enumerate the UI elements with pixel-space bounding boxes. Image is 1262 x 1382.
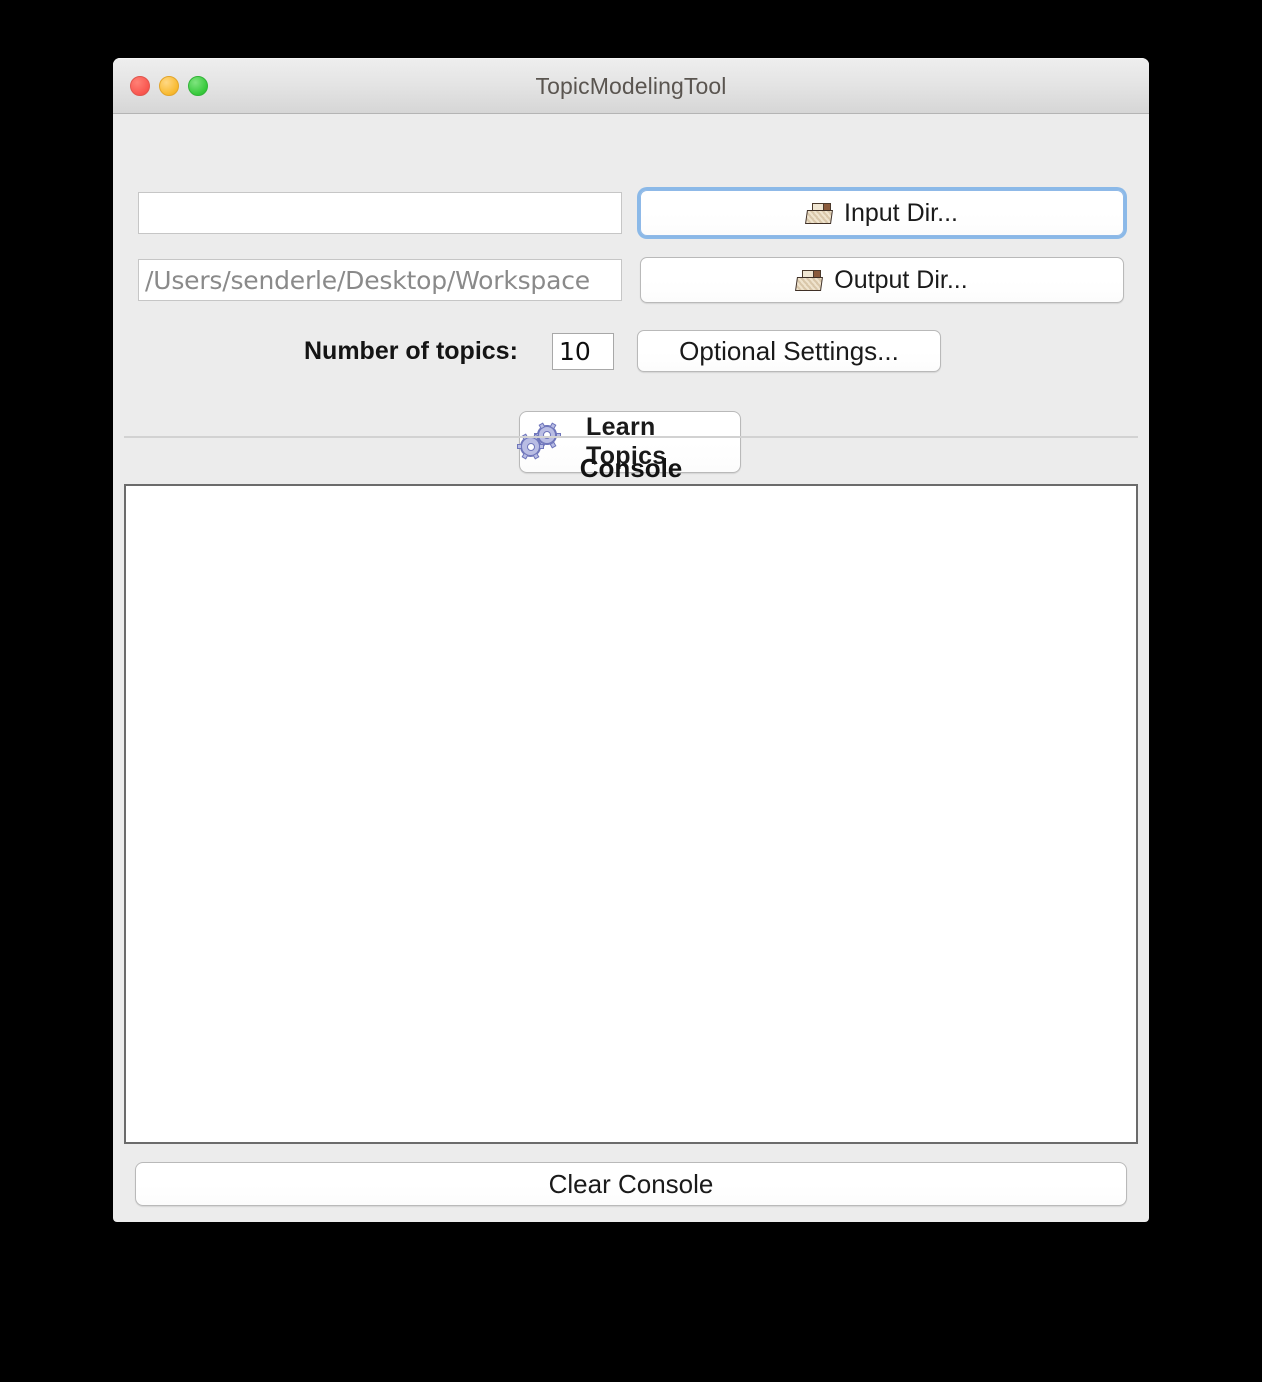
number-of-topics-label: Number of topics: <box>304 337 518 365</box>
number-of-topics-row: Number of topics: 10 Optional Settings..… <box>113 328 1149 374</box>
optional-settings-button[interactable]: Optional Settings... <box>637 330 941 372</box>
clear-console-button[interactable]: Clear Console <box>135 1162 1127 1206</box>
output-dir-button-label: Output Dir... <box>834 265 968 294</box>
console-title: Console <box>579 453 683 483</box>
folder-icon <box>805 202 833 224</box>
number-of-topics-input[interactable]: 10 <box>552 333 614 370</box>
panel-separator <box>124 436 1138 438</box>
window-title: TopicModelingTool <box>535 73 727 99</box>
console-output[interactable] <box>124 484 1138 1144</box>
input-dir-button[interactable]: Input Dir... <box>640 190 1124 236</box>
input-dir-field[interactable] <box>138 192 622 234</box>
folder-icon <box>795 269 824 291</box>
input-dir-button-label: Input Dir... <box>844 198 958 227</box>
application-window: TopicModelingTool Input Dir... /Users/se… <box>113 58 1149 1222</box>
output-dir-field[interactable]: /Users/senderle/Desktop/Workspace <box>138 259 622 301</box>
output-dir-button[interactable]: Output Dir... <box>640 257 1124 303</box>
window-titlebar: TopicModelingTool <box>113 58 1149 114</box>
